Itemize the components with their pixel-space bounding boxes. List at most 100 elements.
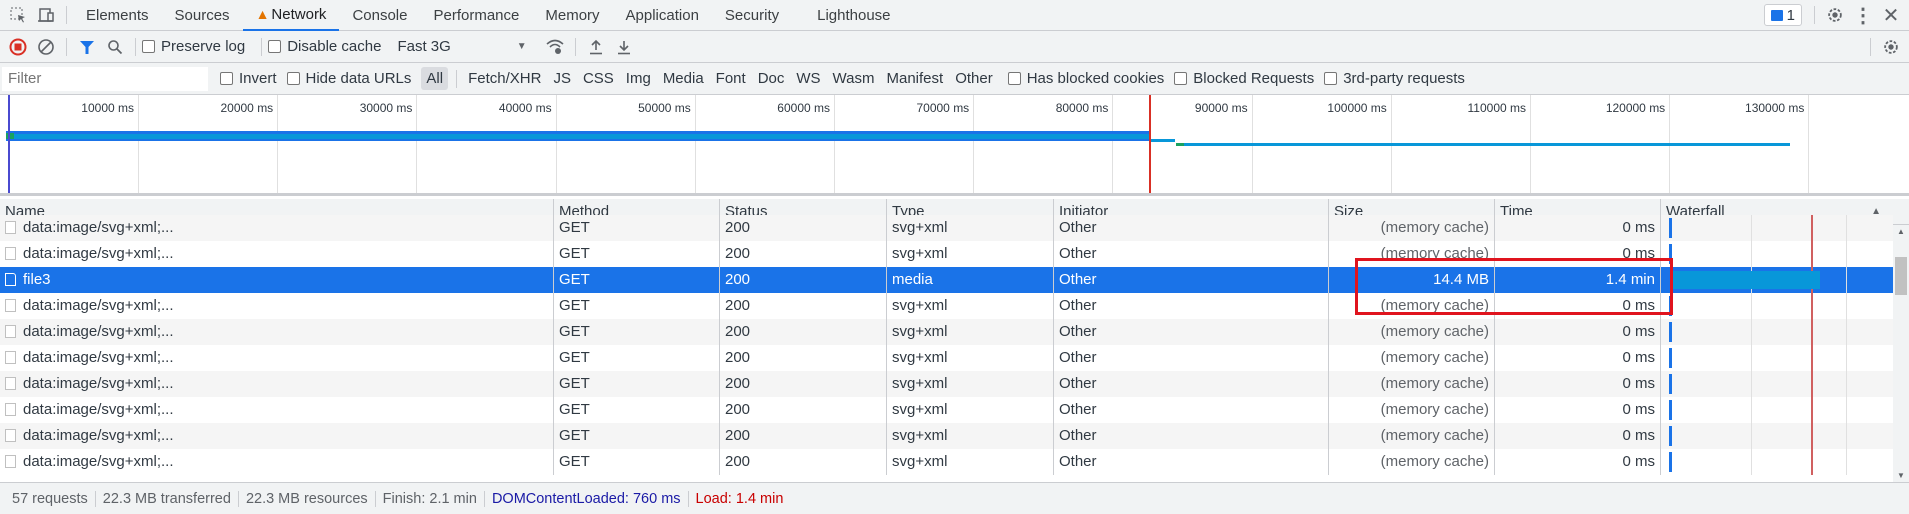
clear-icon[interactable] (32, 33, 60, 61)
type-filter-img[interactable]: Img (621, 67, 656, 90)
checkbox-box[interactable] (268, 40, 282, 53)
waterfall-gridline (1751, 345, 1752, 371)
cell-text: 1.4 min (1605, 271, 1655, 288)
settings-gear-icon[interactable] (1821, 1, 1849, 29)
has-blocked-cookies-checkbox[interactable]: Has blocked cookies (1007, 70, 1164, 87)
checkbox-box[interactable] (142, 40, 155, 53)
type-filter-doc[interactable]: Doc (753, 67, 790, 90)
type-filter-other[interactable]: Other (950, 67, 998, 90)
waterfall-bar[interactable] (1669, 244, 1672, 264)
issues-badge[interactable]: 1 (1763, 4, 1802, 26)
waterfall-load-marker (1811, 241, 1813, 267)
tab-security[interactable]: Security (712, 0, 792, 31)
tab-sources[interactable]: Sources (162, 0, 243, 31)
checkbox-box[interactable] (1174, 72, 1188, 85)
cell-name[interactable]: data:image/svg+xml;... (0, 293, 553, 319)
hide-data-urls-checkbox[interactable]: Hide data URLs (286, 70, 411, 87)
waterfall-bar[interactable] (1669, 322, 1672, 342)
table-row[interactable]: data:image/svg+xml;... GET 200 svg+xml Other… (0, 241, 1893, 267)
scrollbar-thumb[interactable] (1895, 257, 1907, 295)
waterfall-bar[interactable] (1669, 426, 1672, 446)
tab-console[interactable]: Console (339, 0, 420, 31)
scroll-down-icon[interactable]: ▼ (1897, 471, 1905, 480)
checkbox-box[interactable] (1324, 72, 1338, 85)
table-row[interactable]: data:image/svg+xml;... GET 200 svg+xml Other… (0, 345, 1893, 371)
import-har-icon[interactable] (582, 33, 610, 61)
table-row[interactable]: data:image/svg+xml;... GET 200 svg+xml Other… (0, 449, 1893, 475)
waterfall-bar[interactable] (1669, 348, 1672, 368)
cell-time: 0 ms (1494, 397, 1660, 423)
waterfall-bar[interactable] (1669, 374, 1672, 394)
checkbox-box[interactable] (286, 72, 300, 85)
blocked-requests-checkbox[interactable]: Blocked Requests (1174, 70, 1314, 87)
waterfall-bar[interactable] (1669, 218, 1672, 238)
waterfall-bar[interactable] (1669, 296, 1672, 316)
table-row[interactable]: data:image/svg+xml;... GET 200 svg+xml Other… (0, 397, 1893, 423)
cell-name[interactable]: data:image/svg+xml;... (0, 319, 553, 345)
cell-text: 0 ms (1622, 349, 1655, 366)
table-row[interactable]: data:image/svg+xml;... GET 200 svg+xml Other… (0, 319, 1893, 345)
type-filter-js[interactable]: JS (548, 67, 576, 90)
waterfall-gridline (1751, 319, 1752, 345)
type-filter-manifest[interactable]: Manifest (882, 67, 949, 90)
cell-text: data:image/svg+xml;... (23, 453, 174, 470)
preserve-log-checkbox[interactable]: Preserve log (142, 38, 245, 55)
waterfall-bar[interactable] (1669, 400, 1672, 420)
table-row[interactable]: data:image/svg+xml;... GET 200 svg+xml Other… (0, 423, 1893, 449)
cell-name[interactable]: data:image/svg+xml;... (0, 345, 553, 371)
network-settings-gear-icon[interactable] (1877, 33, 1905, 61)
waterfall-load-marker (1811, 215, 1813, 241)
type-filter-wasm[interactable]: Wasm (828, 67, 880, 90)
tab-performance[interactable]: Performance (420, 0, 532, 31)
tab-network[interactable]: ▲ Network (242, 0, 340, 31)
cell-name[interactable]: data:image/svg+xml;... (0, 423, 553, 449)
third-party-requests-checkbox[interactable]: 3rd-party requests (1324, 70, 1465, 87)
device-toolbar-icon[interactable] (32, 1, 60, 29)
cell-text: (memory cache) (1380, 245, 1489, 262)
type-filter-font[interactable]: Font (711, 67, 751, 90)
waterfall-bar[interactable] (1671, 271, 1820, 289)
close-devtools-icon[interactable]: ✕ (1877, 1, 1905, 29)
disable-cache-checkbox[interactable]: Disable cache (268, 38, 381, 55)
invert-checkbox[interactable]: Invert (220, 70, 277, 87)
tab-elements[interactable]: Elements (73, 0, 162, 31)
scroll-up-icon[interactable]: ▲ (1897, 227, 1905, 236)
cell-name[interactable]: file3 (0, 267, 553, 293)
cell-initiator: Other (1053, 241, 1328, 267)
table-scrollbar[interactable]: ▲ ▼ (1893, 225, 1909, 482)
stop-recording-icon[interactable] (4, 33, 32, 61)
throttling-select[interactable]: Fast 3G ▼ (397, 38, 526, 55)
search-icon[interactable] (101, 33, 129, 61)
type-filter-media[interactable]: Media (658, 67, 709, 90)
type-filter-ws[interactable]: WS (791, 67, 825, 90)
more-options-icon[interactable]: ⋮ (1849, 1, 1877, 29)
table-row[interactable]: file3 GET 200 media Other 14.4 MB 1.4 min (0, 267, 1893, 293)
waterfall-gridline (1846, 449, 1847, 475)
cell-text: 200 (725, 453, 751, 470)
cell-text: GET (559, 245, 590, 262)
cell-text: media (892, 271, 933, 288)
filter-input[interactable] (2, 66, 208, 91)
type-filter-fetch-xhr[interactable]: Fetch/XHR (463, 67, 546, 90)
table-row[interactable]: data:image/svg+xml;... GET 200 svg+xml Other… (0, 293, 1893, 319)
tab-application[interactable]: Application (613, 0, 712, 31)
type-filter-all[interactable]: All (421, 67, 449, 90)
waterfall-bar[interactable] (1669, 452, 1672, 472)
table-row[interactable]: data:image/svg+xml;... GET 200 svg+xml Other… (0, 371, 1893, 397)
cell-name[interactable]: data:image/svg+xml;... (0, 449, 553, 475)
export-har-icon[interactable] (610, 33, 638, 61)
type-filter-css[interactable]: CSS (578, 67, 619, 90)
inspect-element-icon[interactable] (4, 1, 32, 29)
filter-funnel-icon[interactable] (73, 33, 101, 61)
checkbox-box[interactable] (220, 72, 233, 85)
network-conditions-icon[interactable] (541, 33, 569, 61)
cell-name[interactable]: data:image/svg+xml;... (0, 215, 553, 241)
table-row[interactable]: data:image/svg+xml;... GET 200 svg+xml Other… (0, 215, 1893, 241)
tab-memory[interactable]: Memory (532, 0, 612, 31)
cell-name[interactable]: data:image/svg+xml;... (0, 371, 553, 397)
tab-lighthouse[interactable]: Lighthouse (804, 0, 903, 31)
cell-name[interactable]: data:image/svg+xml;... (0, 241, 553, 267)
network-overview-timeline[interactable]: 10000 ms 20000 ms 30000 ms 40000 ms 50000 ms… (0, 95, 1909, 196)
cell-name[interactable]: data:image/svg+xml;... (0, 397, 553, 423)
checkbox-box[interactable] (1007, 72, 1021, 85)
